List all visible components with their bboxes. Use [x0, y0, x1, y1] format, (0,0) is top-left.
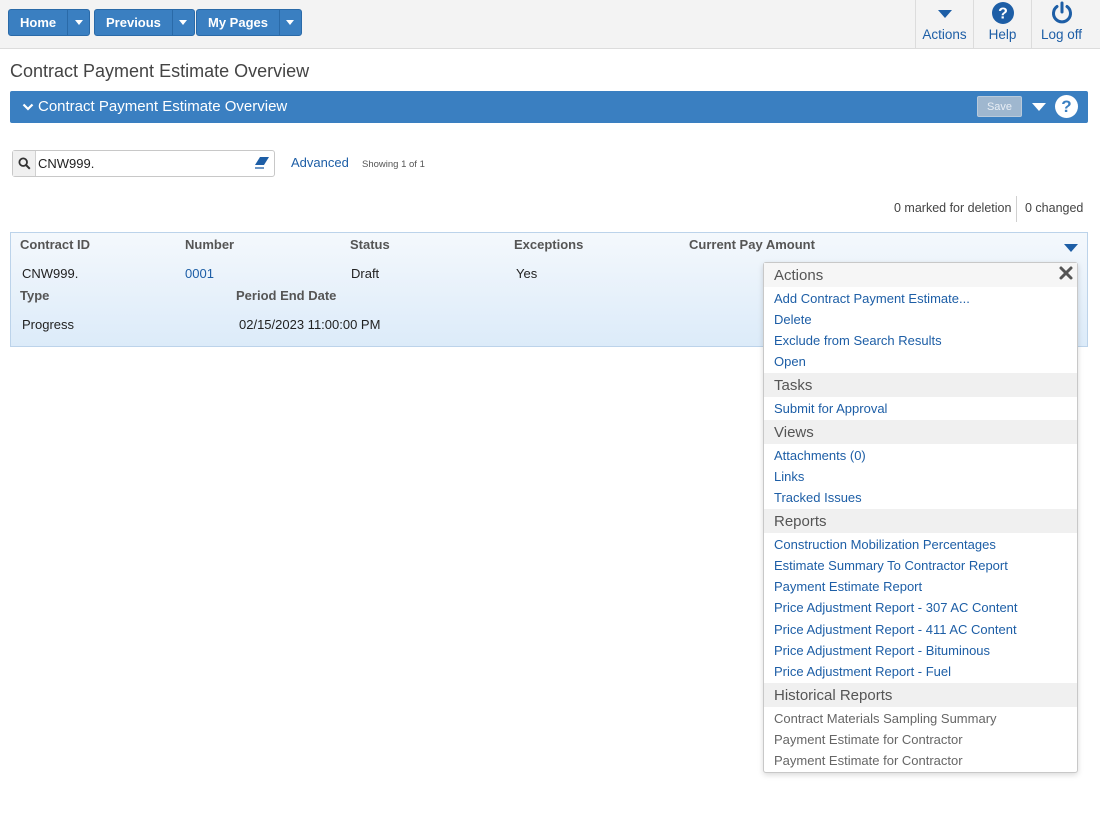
deletion-count: 0 marked for deletion	[894, 201, 1012, 215]
result-count: Showing 1 of 1	[362, 159, 425, 170]
menu-item-historical-report[interactable]: Contract Materials Sampling Summary	[774, 711, 997, 726]
header-number: Number	[185, 237, 235, 252]
menu-group-actions: Actions	[764, 263, 1077, 287]
menu-item-add-estimate[interactable]: Add Contract Payment Estimate...	[774, 291, 970, 306]
header-period-end-date: Period End Date	[236, 288, 337, 303]
actions-top-button[interactable]: Actions	[915, 0, 973, 48]
previous-dropdown-toggle[interactable]	[171, 10, 194, 35]
chevron-down-icon	[179, 20, 188, 25]
menu-item-attachments[interactable]: Attachments (0)	[774, 448, 866, 463]
row-menu-icon[interactable]	[1064, 244, 1078, 252]
menu-item-report[interactable]: Price Adjustment Report - 307 AC Content	[774, 600, 1018, 615]
menu-item-historical-report[interactable]: Payment Estimate for Contractor	[774, 753, 963, 768]
help-button[interactable]: ? Help	[973, 0, 1031, 48]
chevron-down-icon[interactable]	[22, 100, 34, 115]
log-off-button[interactable]: Log off	[1031, 0, 1091, 48]
my-pages-button[interactable]: My Pages	[196, 9, 302, 36]
menu-item-links[interactable]: Links	[774, 469, 804, 484]
home-button[interactable]: Home	[8, 9, 91, 36]
home-dropdown-toggle[interactable]	[67, 10, 89, 35]
previous-button[interactable]: Previous	[94, 9, 195, 36]
menu-group-tasks: Tasks	[764, 373, 1077, 397]
menu-item-report[interactable]: Price Adjustment Report - Bituminous	[774, 643, 990, 658]
cell-period-end-date: 02/15/2023 11:00:00 PM	[239, 317, 381, 332]
my-pages-dropdown-toggle[interactable]	[278, 10, 301, 35]
menu-item-report[interactable]: Payment Estimate Report	[774, 579, 922, 594]
header-type: Type	[20, 288, 50, 303]
svg-text:?: ?	[998, 6, 1008, 23]
actions-top-label: Actions	[922, 27, 967, 42]
header-status: Status	[350, 237, 390, 252]
log-off-label: Log off	[1040, 27, 1083, 42]
header-contract-id: Contract ID	[20, 237, 91, 252]
previous-label: Previous	[106, 15, 161, 30]
advanced-search-link[interactable]: Advanced	[291, 155, 349, 170]
actions-menu: Actions Add Contract Payment Estimate...…	[763, 262, 1078, 773]
search-input[interactable]	[38, 153, 248, 174]
menu-item-delete[interactable]: Delete	[774, 312, 812, 327]
search-icon[interactable]	[13, 151, 36, 176]
section-header[interactable]: Contract Payment Estimate Overview Save …	[10, 91, 1088, 123]
save-button[interactable]: Save	[977, 96, 1022, 117]
power-icon	[1050, 0, 1074, 26]
cell-contract-id: CNW999.	[22, 266, 79, 281]
cell-type: Progress	[22, 317, 75, 332]
chevron-down-icon	[937, 0, 953, 26]
header-exceptions: Exceptions	[514, 237, 584, 252]
search-box	[12, 150, 275, 177]
menu-group-views: Views	[764, 420, 1077, 444]
page-title: Contract Payment Estimate Overview	[10, 61, 310, 81]
divider	[1016, 196, 1017, 222]
help-icon: ?	[991, 0, 1015, 26]
chevron-down-icon	[286, 20, 295, 25]
cell-status: Draft	[351, 266, 380, 281]
home-label: Home	[20, 15, 57, 30]
help-label: Help	[988, 27, 1017, 42]
cell-number-link[interactable]: 0001	[185, 266, 214, 281]
menu-item-report[interactable]: Price Adjustment Report - Fuel	[774, 664, 951, 679]
menu-group-reports: Reports	[764, 509, 1077, 533]
cell-exceptions: Yes	[516, 266, 538, 281]
section-menu-icon[interactable]	[1032, 103, 1046, 111]
section-help-icon[interactable]: ?	[1055, 95, 1078, 118]
menu-group-historical: Historical Reports	[764, 683, 1077, 707]
menu-item-submit-approval[interactable]: Submit for Approval	[774, 401, 887, 416]
menu-item-report[interactable]: Estimate Summary To Contractor Report	[774, 558, 1008, 573]
my-pages-label: My Pages	[208, 15, 268, 30]
chevron-down-icon	[74, 20, 83, 25]
menu-item-historical-report[interactable]: Payment Estimate for Contractor	[774, 732, 963, 747]
close-icon[interactable]	[1058, 265, 1074, 281]
menu-item-report[interactable]: Construction Mobilization Percentages	[774, 537, 996, 552]
eraser-icon[interactable]	[254, 156, 270, 173]
section-title: Contract Payment Estimate Overview	[38, 98, 288, 115]
header-current-pay-amount: Current Pay Amount	[689, 237, 815, 252]
top-bar: Home Previous My Pages Actions ? Help Lo…	[0, 0, 1100, 49]
menu-item-report[interactable]: Price Adjustment Report - 411 AC Content	[774, 622, 1017, 637]
menu-item-open[interactable]: Open	[774, 354, 806, 369]
menu-item-exclude[interactable]: Exclude from Search Results	[774, 333, 942, 348]
menu-item-tracked-issues[interactable]: Tracked Issues	[774, 490, 862, 505]
changed-count: 0 changed	[1025, 201, 1084, 215]
